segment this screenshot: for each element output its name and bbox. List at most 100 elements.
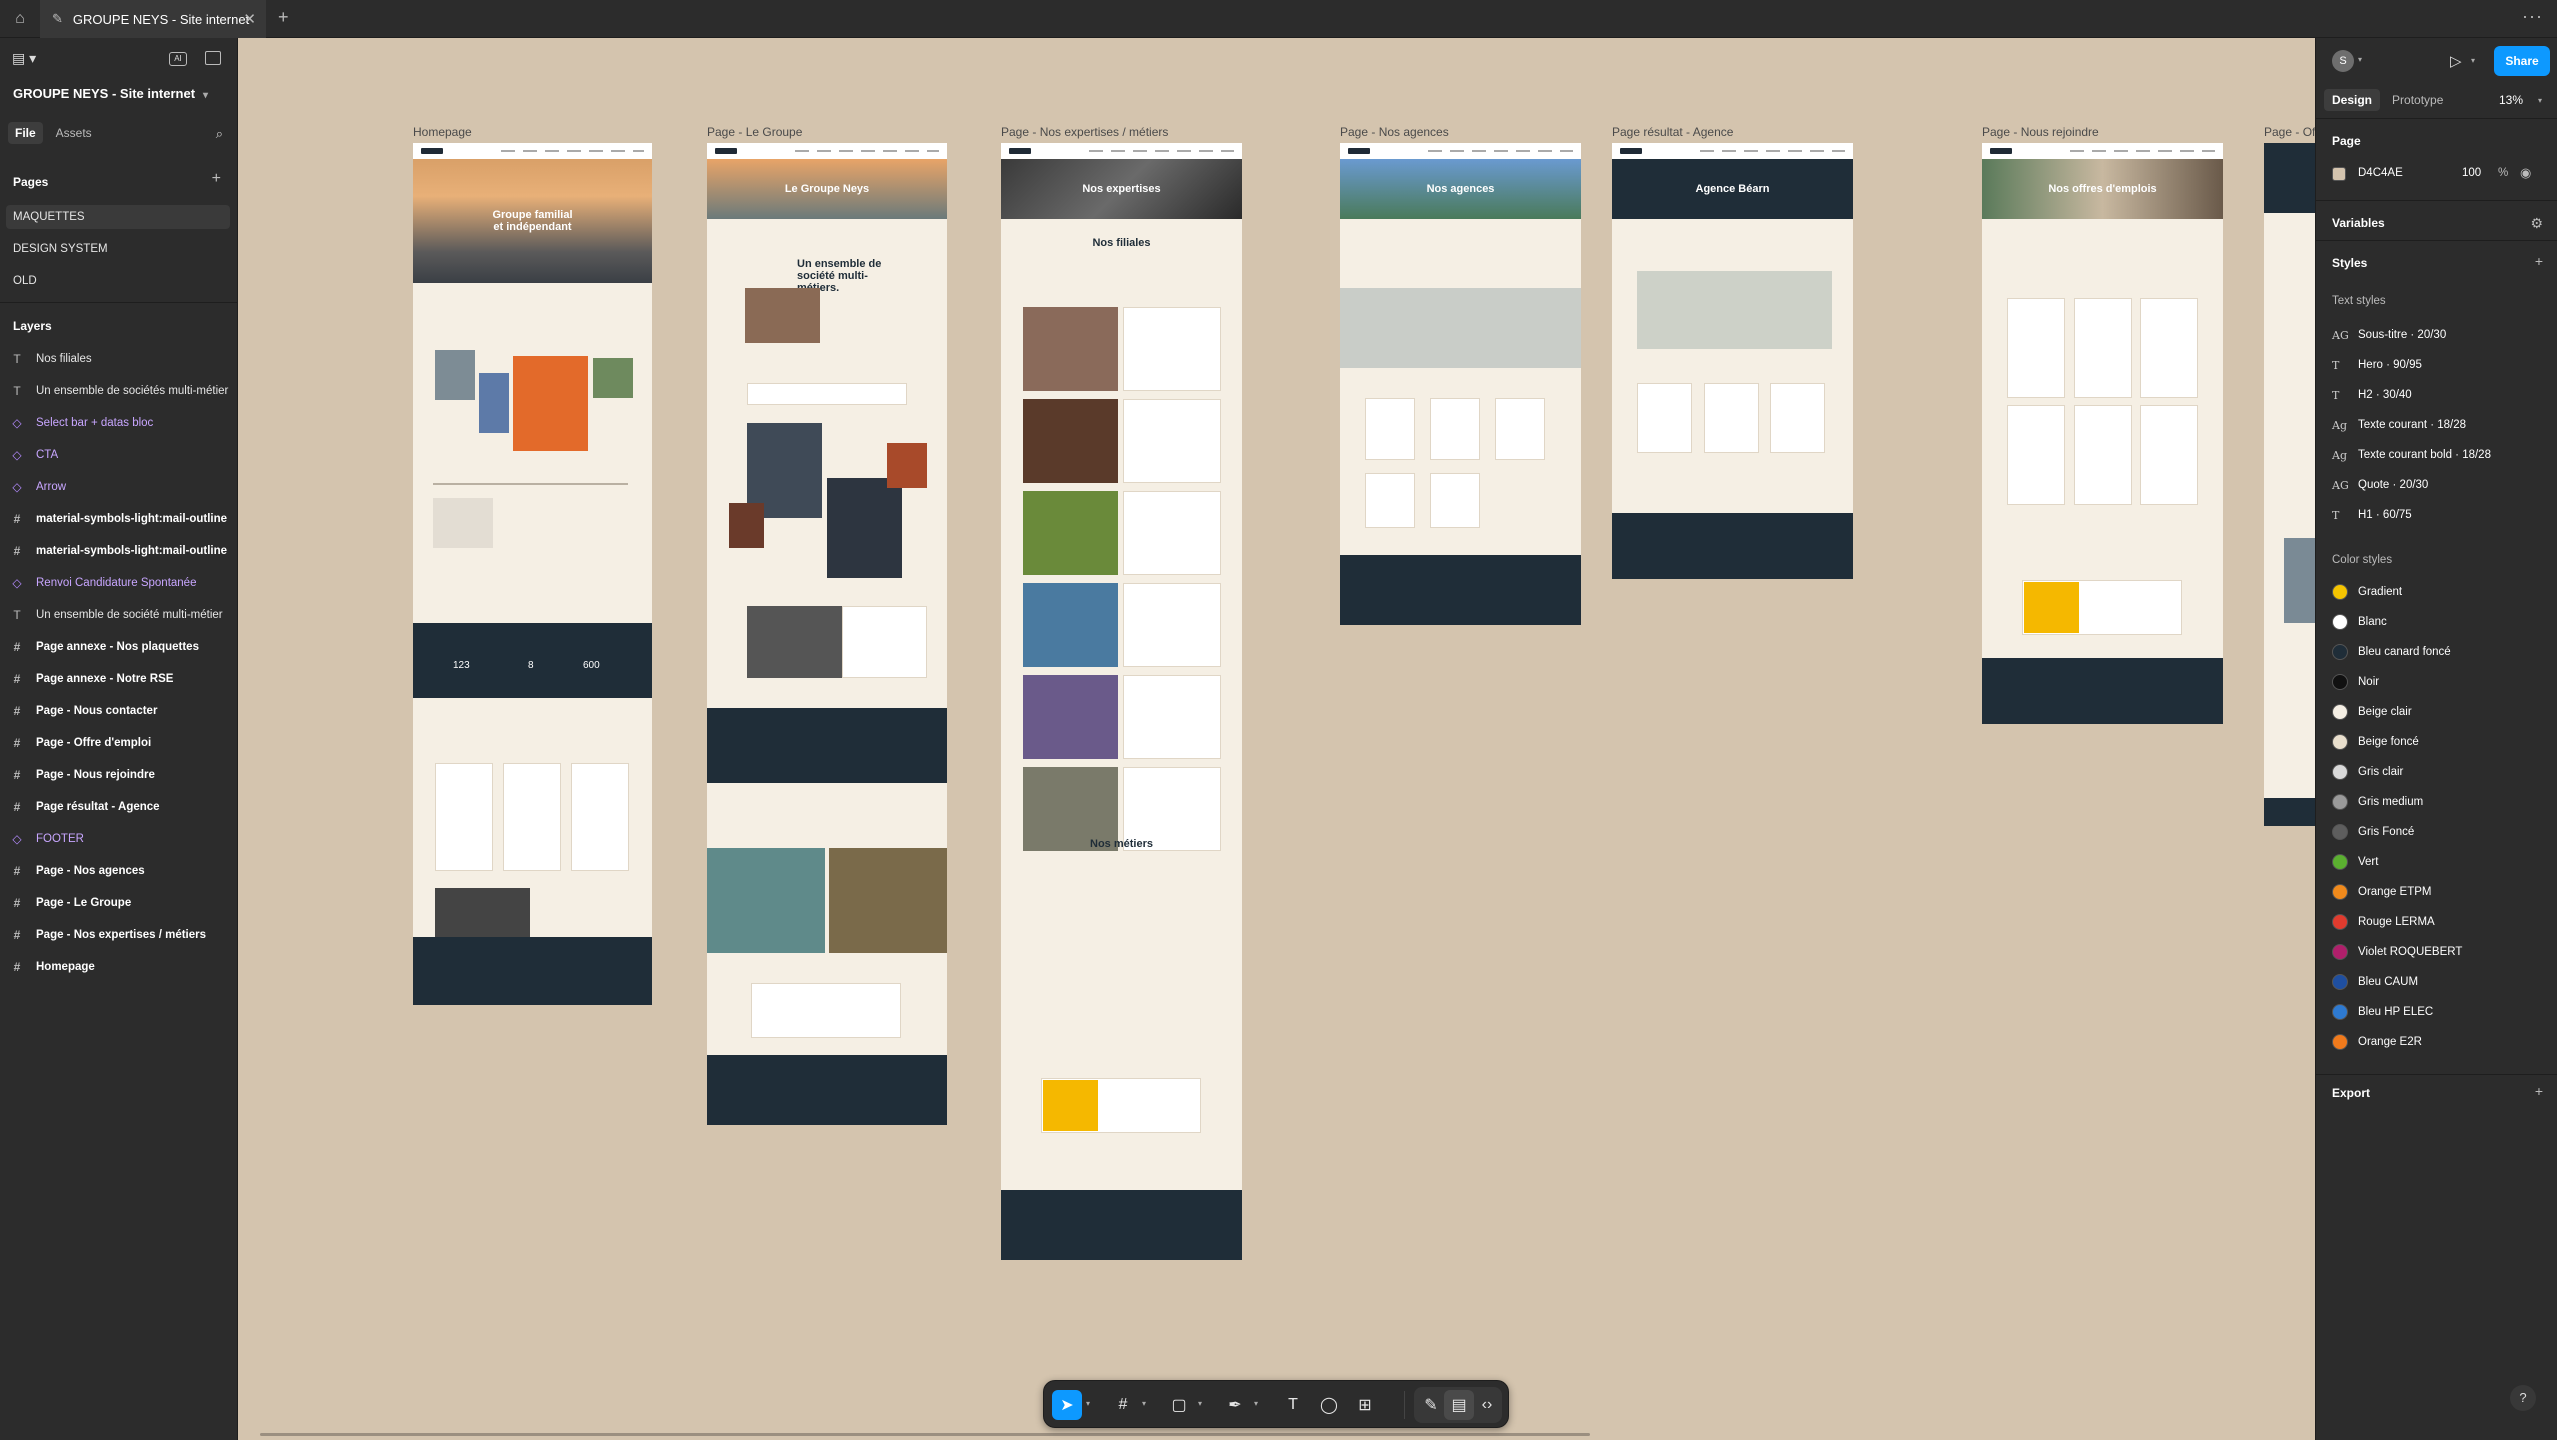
color-style-item[interactable]: Gradient (2332, 579, 2552, 605)
color-style-item[interactable]: Gris Foncé (2332, 819, 2552, 845)
file-tab[interactable]: ✎ GROUPE NEYS - Site internet ✕ (40, 0, 266, 38)
artboard-label-agences[interactable]: Page - Nos agences (1340, 125, 1449, 139)
text-style-item[interactable]: Ag Texte courant · 18/28 (2332, 412, 2552, 438)
color-style-item[interactable]: Gris clair (2332, 759, 2552, 785)
page-fill-swatch[interactable] (2332, 167, 2346, 181)
move-tool-icon[interactable]: ➤ (1052, 1390, 1082, 1420)
artboard-le-groupe[interactable]: Le Groupe Neys Un ensemble de société mu… (707, 143, 947, 1125)
tab-assets[interactable]: Assets (49, 122, 99, 144)
eye-icon[interactable]: ◉ (2520, 165, 2531, 181)
page-item[interactable]: DESIGN SYSTEM (6, 237, 230, 261)
variables-settings-icon[interactable]: ⚙ (2530, 215, 2543, 232)
add-page-icon[interactable]: + (212, 170, 221, 188)
design-mode-icon[interactable]: ▤ (1444, 1390, 1474, 1420)
file-name[interactable]: GROUPE NEYS - Site internet ▾ (13, 86, 208, 101)
layer-item[interactable]: ◇ CTA (6, 442, 238, 468)
share-button[interactable]: Share (2494, 46, 2550, 76)
layer-item[interactable]: # material-symbols-light:mail-outline (6, 538, 238, 564)
frame-tool-icon[interactable]: # (1108, 1390, 1138, 1420)
dev-mode-icon[interactable]: ‹› (1472, 1390, 1502, 1420)
home-icon[interactable]: ⌂ (6, 5, 34, 33)
actions-tool-icon[interactable]: ⊞ (1350, 1390, 1380, 1420)
close-tab-icon[interactable]: ✕ (243, 10, 256, 28)
text-style-item[interactable]: AG Quote · 20/30 (2332, 472, 2552, 498)
chevron-down-icon[interactable]: ▾ (2471, 56, 2475, 65)
artboard-label-le-groupe[interactable]: Page - Le Groupe (707, 125, 802, 139)
layer-item[interactable]: # Page - Nos expertises / métiers (6, 922, 238, 948)
artboard-expertises[interactable]: Nos expertises Nos filiales Nos métiers (1001, 143, 1242, 1260)
search-icon[interactable]: ⌕ (216, 126, 223, 142)
add-style-icon[interactable]: + (2535, 253, 2543, 269)
color-style-item[interactable]: Violet ROQUEBERT (2332, 939, 2552, 965)
layer-item[interactable]: # Page - Offre d'emploi (6, 730, 238, 756)
rectangle-tool-icon[interactable]: ▢ (1164, 1390, 1194, 1420)
layer-item[interactable]: # material-symbols-light:mail-outline (6, 506, 238, 532)
help-button[interactable]: ? (2510, 1385, 2536, 1411)
page-fill-hex[interactable]: D4C4AE (2358, 167, 2403, 179)
layer-item[interactable]: T Un ensemble de sociétés multi-métier (6, 378, 238, 404)
color-style-item[interactable]: Beige clair (2332, 699, 2552, 725)
chevron-down-icon[interactable]: ▾ (2358, 55, 2362, 64)
main-menu-icon[interactable]: ▤ ▾ (12, 50, 36, 67)
artboard-offre[interactable] (2264, 143, 2315, 826)
color-style-item[interactable]: Beige foncé (2332, 729, 2552, 755)
text-style-item[interactable]: T H1 · 60/75 (2332, 502, 2552, 528)
pen-tool-icon[interactable]: ✒ (1220, 1390, 1250, 1420)
artboard-rejoindre[interactable]: Nos offres d'emplois (1982, 143, 2223, 724)
add-export-icon[interactable]: + (2535, 1083, 2543, 1099)
artboard-agence-result[interactable]: Agence Béarn (1612, 143, 1853, 579)
color-style-item[interactable]: Orange E2R (2332, 1029, 2552, 1055)
artboard-homepage[interactable]: Groupe familial et indépendant 123 8 600 (413, 143, 652, 1005)
page-item[interactable]: MAQUETTES (6, 205, 230, 229)
tab-file[interactable]: File (8, 122, 43, 144)
page-fill-opacity[interactable]: 100 (2462, 167, 2481, 179)
color-style-item[interactable]: Bleu canard foncé (2332, 639, 2552, 665)
color-style-item[interactable]: Orange ETPM (2332, 879, 2552, 905)
color-style-item[interactable]: Bleu HP ELEC (2332, 999, 2552, 1025)
layer-item[interactable]: ◇ Renvoi Candidature Spontanée (6, 570, 238, 596)
text-style-item[interactable]: T H2 · 30/40 (2332, 382, 2552, 408)
layer-item[interactable]: T Un ensemble de société multi-métier (6, 602, 238, 628)
tab-prototype[interactable]: Prototype (2384, 89, 2451, 111)
sidebar-toggle-icon[interactable] (205, 51, 221, 65)
chevron-down-icon[interactable]: ▾ (1198, 1399, 1202, 1408)
layer-item[interactable]: # Page - Nous rejoindre (6, 762, 238, 788)
layer-item[interactable]: ◇ Select bar + datas bloc (6, 410, 238, 436)
ai-icon[interactable]: AI (169, 52, 187, 66)
canvas[interactable]: Homepage Groupe familial et indépendant … (238, 38, 2315, 1440)
artboard-label-agence-result[interactable]: Page résultat - Agence (1612, 125, 1733, 139)
chevron-down-icon[interactable]: ▾ (1142, 1399, 1146, 1408)
color-style-item[interactable]: Vert (2332, 849, 2552, 875)
text-style-item[interactable]: T Hero · 90/95 (2332, 352, 2552, 378)
horizontal-scrollbar[interactable] (260, 1433, 1590, 1436)
layer-item[interactable]: # Page - Nos agences (6, 858, 238, 884)
color-style-item[interactable]: Bleu CAUM (2332, 969, 2552, 995)
color-style-item[interactable]: Rouge LERMA (2332, 909, 2552, 935)
text-style-item[interactable]: Ag Texte courant bold · 18/28 (2332, 442, 2552, 468)
artboard-label-expertises[interactable]: Page - Nos expertises / métiers (1001, 125, 1168, 139)
layer-item[interactable]: # Page annexe - Notre RSE (6, 666, 238, 692)
layer-item[interactable]: # Page - Nous contacter (6, 698, 238, 724)
chevron-down-icon[interactable]: ▾ (2538, 96, 2542, 105)
artboard-label-homepage[interactable]: Homepage (413, 125, 472, 139)
artboard-agences[interactable]: Nos agences (1340, 143, 1581, 625)
color-style-item[interactable]: Blanc (2332, 609, 2552, 635)
new-tab-icon[interactable]: + (278, 7, 289, 28)
avatar[interactable]: S (2332, 50, 2354, 72)
text-tool-icon[interactable]: T (1278, 1390, 1308, 1420)
color-style-item[interactable]: Gris medium (2332, 789, 2552, 815)
layer-item[interactable]: # Homepage (6, 954, 238, 980)
play-icon[interactable]: ▷ (2450, 52, 2462, 70)
tab-design[interactable]: Design (2324, 89, 2381, 111)
layer-item[interactable]: # Page - Le Groupe (6, 890, 238, 916)
artboard-label-offre[interactable]: Page - Of (2264, 125, 2315, 139)
text-style-item[interactable]: AG Sous-titre · 20/30 (2332, 322, 2552, 348)
more-icon[interactable]: ··· (2522, 6, 2543, 27)
zoom-level[interactable]: 13% (2499, 93, 2523, 107)
layer-item[interactable]: # Page annexe - Nos plaquettes (6, 634, 238, 660)
layer-item[interactable]: ◇ Arrow (6, 474, 238, 500)
artboard-label-rejoindre[interactable]: Page - Nous rejoindre (1982, 125, 2099, 139)
layer-item[interactable]: # Page résultat - Agence (6, 794, 238, 820)
color-style-item[interactable]: Noir (2332, 669, 2552, 695)
chevron-down-icon[interactable]: ▾ (1086, 1399, 1090, 1408)
